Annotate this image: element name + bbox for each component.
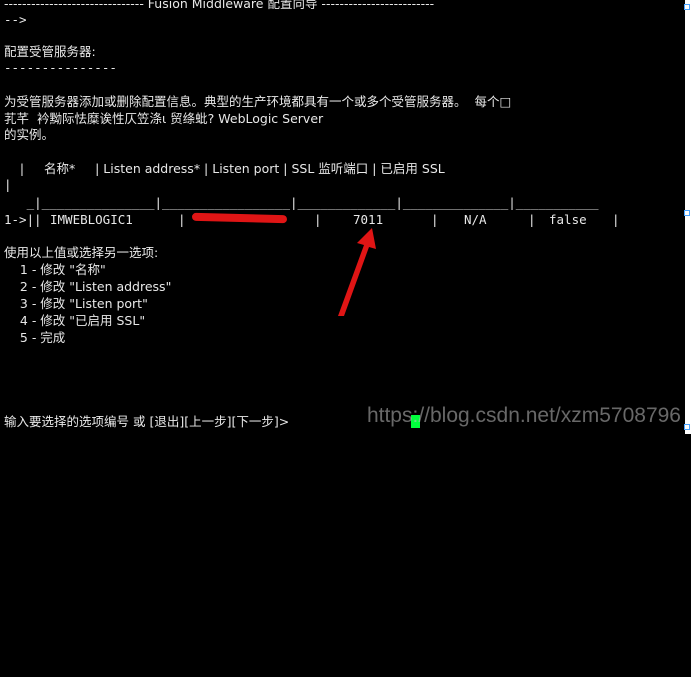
annotation-arrow-icon xyxy=(338,228,376,316)
window-frame-edge xyxy=(685,0,691,434)
resize-handle-middle[interactable] xyxy=(684,210,690,216)
resize-handle-top[interactable] xyxy=(684,4,690,10)
watermark: https://blog.csdn.net/xzm5708796 xyxy=(366,404,681,427)
resize-handle-bottom[interactable] xyxy=(684,424,690,430)
